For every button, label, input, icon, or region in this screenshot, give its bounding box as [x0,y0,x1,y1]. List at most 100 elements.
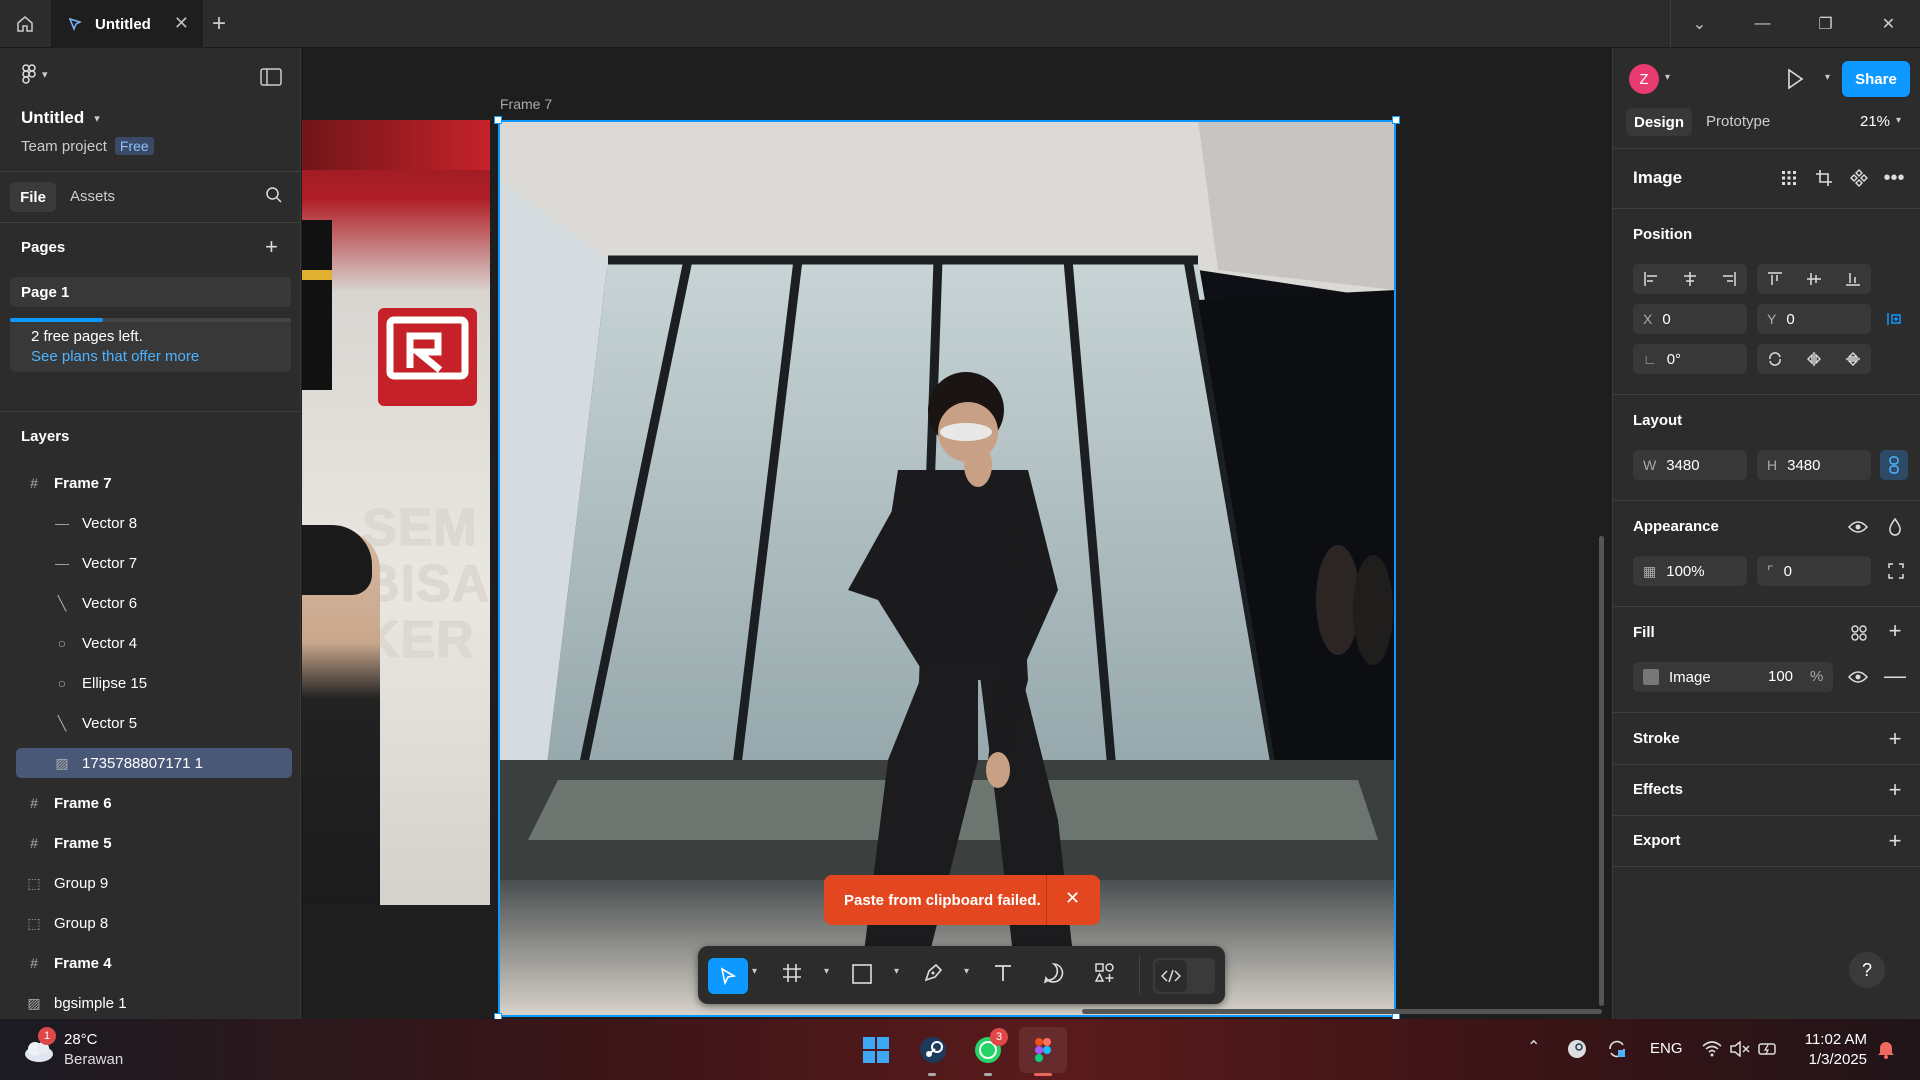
x-field[interactable]: X 0 [1633,304,1747,334]
layer-item[interactable]: — Vector 8 [16,508,292,538]
help-button[interactable]: ? [1849,952,1885,988]
chevron-down-icon[interactable]: ▾ [894,966,899,977]
play-icon[interactable] [1785,68,1805,95]
add-page-icon[interactable]: + [265,234,278,260]
layer-item[interactable]: # Frame 7 [16,468,292,498]
move-tool-button[interactable] [708,958,748,994]
more-options-icon[interactable]: ••• [1882,166,1906,190]
close-tab-icon[interactable]: ✕ [174,13,189,34]
project-name[interactable]: Team project [21,138,107,155]
constrain-proportions-icon[interactable] [1880,450,1908,480]
align-left-icon[interactable] [1639,267,1663,291]
chevron-down-icon[interactable]: ▾ [1665,72,1670,83]
resize-handle-tr[interactable] [1392,116,1400,124]
frame-tool-icon[interactable] [781,962,803,989]
chevron-down-icon[interactable]: ▾ [824,966,829,977]
align-right-icon[interactable] [1717,267,1741,291]
actions-tool-icon[interactable] [1094,962,1116,989]
battery-charging-icon[interactable] [1756,1037,1780,1061]
styles-icon[interactable] [1847,621,1871,645]
tab-assets[interactable]: Assets [70,188,115,205]
align-center-icon[interactable] [1678,267,1702,291]
chevron-down-icon[interactable]: ▾ [1896,115,1901,126]
independent-corners-icon[interactable] [1884,559,1908,583]
share-button[interactable]: Share [1842,61,1910,97]
align-top-icon[interactable] [1763,267,1787,291]
text-tool-icon[interactable] [992,962,1014,989]
add-stroke-icon[interactable]: + [1883,726,1907,751]
home-icon[interactable] [0,0,50,48]
corner-radius-field[interactable]: ⌜ 0 [1757,556,1871,586]
zoom-level[interactable]: 21% [1860,113,1890,130]
chevron-down-icon[interactable]: ▾ [964,966,969,977]
rectangle-tool-icon[interactable] [851,963,873,990]
layer-item[interactable]: ⬚ Group 9 [16,868,292,898]
rotate-icon[interactable] [1763,347,1787,371]
canvas[interactable]: SEM BISA KER Frame 7 Paste from clipboar… [302,48,1611,1019]
close-toast-icon[interactable]: ✕ [1065,888,1080,909]
pen-tool-icon[interactable] [922,962,944,989]
layer-item[interactable]: ○ Vector 4 [16,628,292,658]
layer-item[interactable]: — Vector 7 [16,548,292,578]
figma-taskbar-icon[interactable] [1019,1027,1067,1073]
see-plans-link[interactable]: See plans that offer more [31,348,199,365]
tab-prototype[interactable]: Prototype [1706,113,1770,130]
add-fill-icon[interactable]: + [1883,618,1907,643]
remove-fill-icon[interactable]: — [1883,663,1907,688]
fill-item[interactable]: Image 100 % [1633,662,1833,692]
align-middle-icon[interactable] [1802,267,1826,291]
add-effect-icon[interactable]: + [1883,777,1907,802]
avatar[interactable]: Z [1629,64,1659,94]
frame-label[interactable]: Frame 7 [500,96,552,112]
layer-item[interactable]: ⬚ Group 8 [16,908,292,938]
layer-item[interactable]: # Frame 5 [16,828,292,858]
crop-icon[interactable] [1812,166,1836,190]
search-icon[interactable] [265,186,283,209]
eye-icon[interactable] [1846,665,1870,689]
layer-item[interactable]: # Frame 6 [16,788,292,818]
steam-tray-icon[interactable] [1565,1037,1589,1061]
comment-tool-icon[interactable] [1043,962,1065,989]
clock-time[interactable]: 11:02 AM [1800,1031,1867,1048]
sync-icon[interactable] [1605,1037,1629,1061]
rotation-field[interactable]: ∟ 0° [1633,344,1747,374]
clock-date[interactable]: 1/3/2025 [1800,1051,1867,1068]
blend-mode-icon[interactable] [1883,515,1907,539]
wifi-icon[interactable] [1700,1037,1724,1061]
background-frame-image[interactable]: SEM BISA KER [302,120,490,905]
main-menu-button[interactable]: ▾ [20,64,48,84]
file-title[interactable]: Untitled ▾ [21,108,100,128]
vertical-scrollbar[interactable] [1599,536,1604,1006]
layer-item[interactable]: ▨ bgsimple 1 [16,988,292,1018]
tab-design[interactable]: Design [1626,108,1692,136]
fill-opacity[interactable]: 100 [1768,668,1793,685]
layer-item[interactable]: ╲ Vector 5 [16,708,292,738]
dev-mode-toggle[interactable] [1153,958,1215,994]
tab-untitled[interactable]: Untitled ✕ [51,0,203,48]
chevron-up-icon[interactable]: ⌃ [1527,1037,1540,1057]
flip-horizontal-icon[interactable] [1802,347,1826,371]
component-icon[interactable] [1847,166,1871,190]
add-export-icon[interactable]: + [1883,828,1907,853]
close-icon[interactable]: ✕ [1857,0,1920,48]
steam-icon[interactable] [915,1032,951,1068]
tab-file[interactable]: File [10,182,56,212]
chevron-down-icon[interactable]: ▾ [1825,72,1830,83]
weather-temp[interactable]: 28°C [64,1031,98,1048]
chevron-down-icon[interactable]: ▾ [752,966,757,977]
grid-icon[interactable] [1777,166,1801,190]
eye-icon[interactable] [1846,515,1870,539]
constraints-icon[interactable] [1884,307,1908,331]
start-button[interactable] [858,1032,894,1068]
resize-handle-tl[interactable] [494,116,502,124]
layer-item[interactable]: ○ Ellipse 15 [16,668,292,698]
volume-muted-icon[interactable] [1728,1037,1752,1061]
chevron-down-icon[interactable]: ⌄ [1668,0,1731,48]
align-bottom-icon[interactable] [1841,267,1865,291]
page-item-page-1[interactable]: Page 1 [10,277,291,307]
opacity-field[interactable]: ▦ 100% [1633,556,1747,586]
horizontal-scrollbar[interactable] [1082,1009,1602,1014]
y-field[interactable]: Y 0 [1757,304,1871,334]
layer-item[interactable]: ▨ 1735788807171 1 [16,748,292,778]
minimize-icon[interactable]: — [1731,0,1794,48]
